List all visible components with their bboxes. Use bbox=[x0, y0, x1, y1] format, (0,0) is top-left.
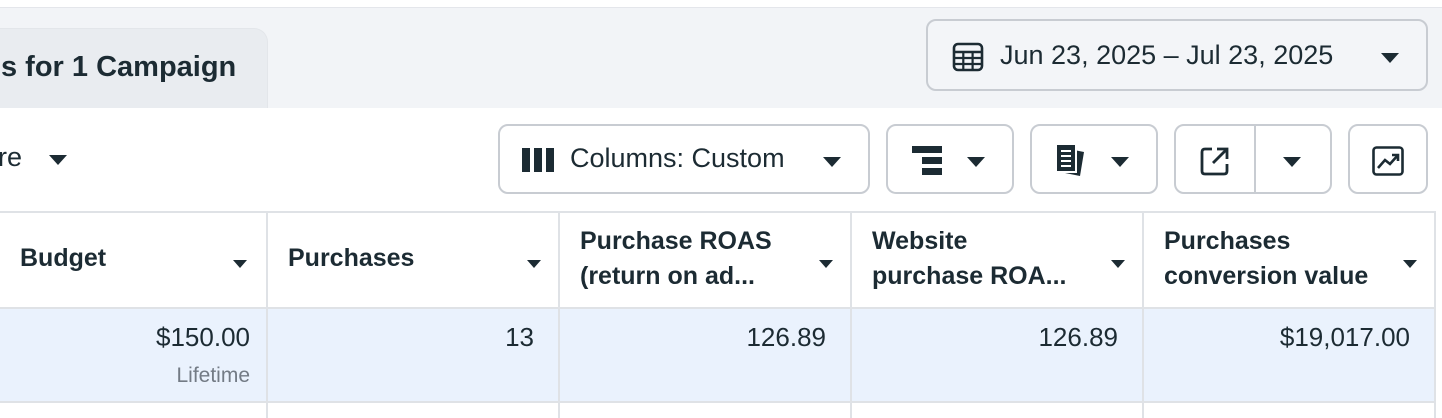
reports-button[interactable] bbox=[1030, 124, 1158, 194]
breakdown-button[interactable] bbox=[886, 124, 1014, 194]
caret-down-icon[interactable] bbox=[232, 256, 248, 274]
column-header-purchase-roas-line2[interactable]: (return on ad... bbox=[580, 259, 755, 294]
reports-icon bbox=[1054, 142, 1088, 183]
column-header-conversion-value-line1[interactable]: Purchases bbox=[1164, 224, 1290, 259]
table-toolbar: re Columns: Custom bbox=[0, 108, 1442, 212]
column-divider[interactable] bbox=[1142, 211, 1144, 418]
campaign-tab[interactable]: s for 1 Campaign bbox=[0, 28, 268, 108]
header-top-strip bbox=[0, 0, 1442, 8]
breakdown-icon bbox=[912, 146, 944, 181]
export-button-group bbox=[1174, 124, 1332, 194]
columns-icon bbox=[522, 148, 554, 177]
columns-button-label: Columns: Custom bbox=[570, 143, 785, 173]
column-header-website-roas-line2[interactable]: purchase ROA... bbox=[872, 259, 1067, 294]
cell-conversion-value: $19,017.00 bbox=[1279, 322, 1410, 352]
ads-manager-view: s for 1 Campaign Jun 23, 2025 – Jul 23, … bbox=[0, 0, 1442, 418]
column-divider[interactable] bbox=[850, 211, 852, 418]
cell-budget: $150.00 bbox=[156, 322, 250, 352]
cell-purchase-roas: 126.89 bbox=[746, 322, 826, 352]
campaign-table: Budget Purchases Purchase ROAS (return o… bbox=[0, 211, 1442, 418]
date-range-picker[interactable]: Jun 23, 2025 – Jul 23, 2025 bbox=[926, 19, 1428, 91]
button-divider bbox=[1254, 126, 1256, 192]
caret-down-icon[interactable] bbox=[1110, 256, 1126, 274]
column-header-conversion-value-line2[interactable]: conversion value bbox=[1164, 259, 1368, 294]
column-header-purchase-roas-line1[interactable]: Purchase ROAS bbox=[580, 224, 772, 259]
cell-website-purchase-roas: 126.89 bbox=[1038, 322, 1118, 352]
chart-icon bbox=[1372, 146, 1404, 181]
date-range-label: Jun 23, 2025 – Jul 23, 2025 bbox=[1000, 40, 1334, 70]
caret-down-icon bbox=[966, 155, 986, 173]
cell-purchases: 13 bbox=[505, 322, 534, 352]
columns-button[interactable]: Columns: Custom bbox=[498, 124, 870, 194]
caret-down-icon[interactable] bbox=[1282, 155, 1302, 173]
chart-button[interactable] bbox=[1348, 124, 1428, 194]
more-dropdown-label[interactable]: re bbox=[0, 142, 22, 173]
calendar-icon bbox=[952, 41, 984, 78]
column-divider[interactable] bbox=[266, 211, 268, 418]
caret-down-icon[interactable] bbox=[526, 256, 542, 274]
caret-down-icon bbox=[822, 155, 842, 173]
caret-down-icon bbox=[1110, 155, 1130, 173]
export-icon[interactable] bbox=[1200, 146, 1230, 181]
caret-down-icon bbox=[1380, 51, 1400, 69]
table-row-next bbox=[0, 403, 1442, 418]
caret-down-icon[interactable] bbox=[1402, 256, 1418, 274]
column-header-budget[interactable]: Budget bbox=[20, 241, 106, 276]
campaign-tab-label: s for 1 Campaign bbox=[1, 51, 237, 83]
cell-budget-type: Lifetime bbox=[176, 364, 250, 387]
column-divider[interactable] bbox=[558, 211, 560, 418]
caret-down-icon[interactable] bbox=[818, 256, 834, 274]
column-divider[interactable] bbox=[1434, 211, 1442, 418]
column-header-purchases[interactable]: Purchases bbox=[288, 241, 414, 276]
caret-down-icon[interactable] bbox=[48, 153, 68, 171]
column-header-website-roas-line1[interactable]: Website bbox=[872, 224, 967, 259]
